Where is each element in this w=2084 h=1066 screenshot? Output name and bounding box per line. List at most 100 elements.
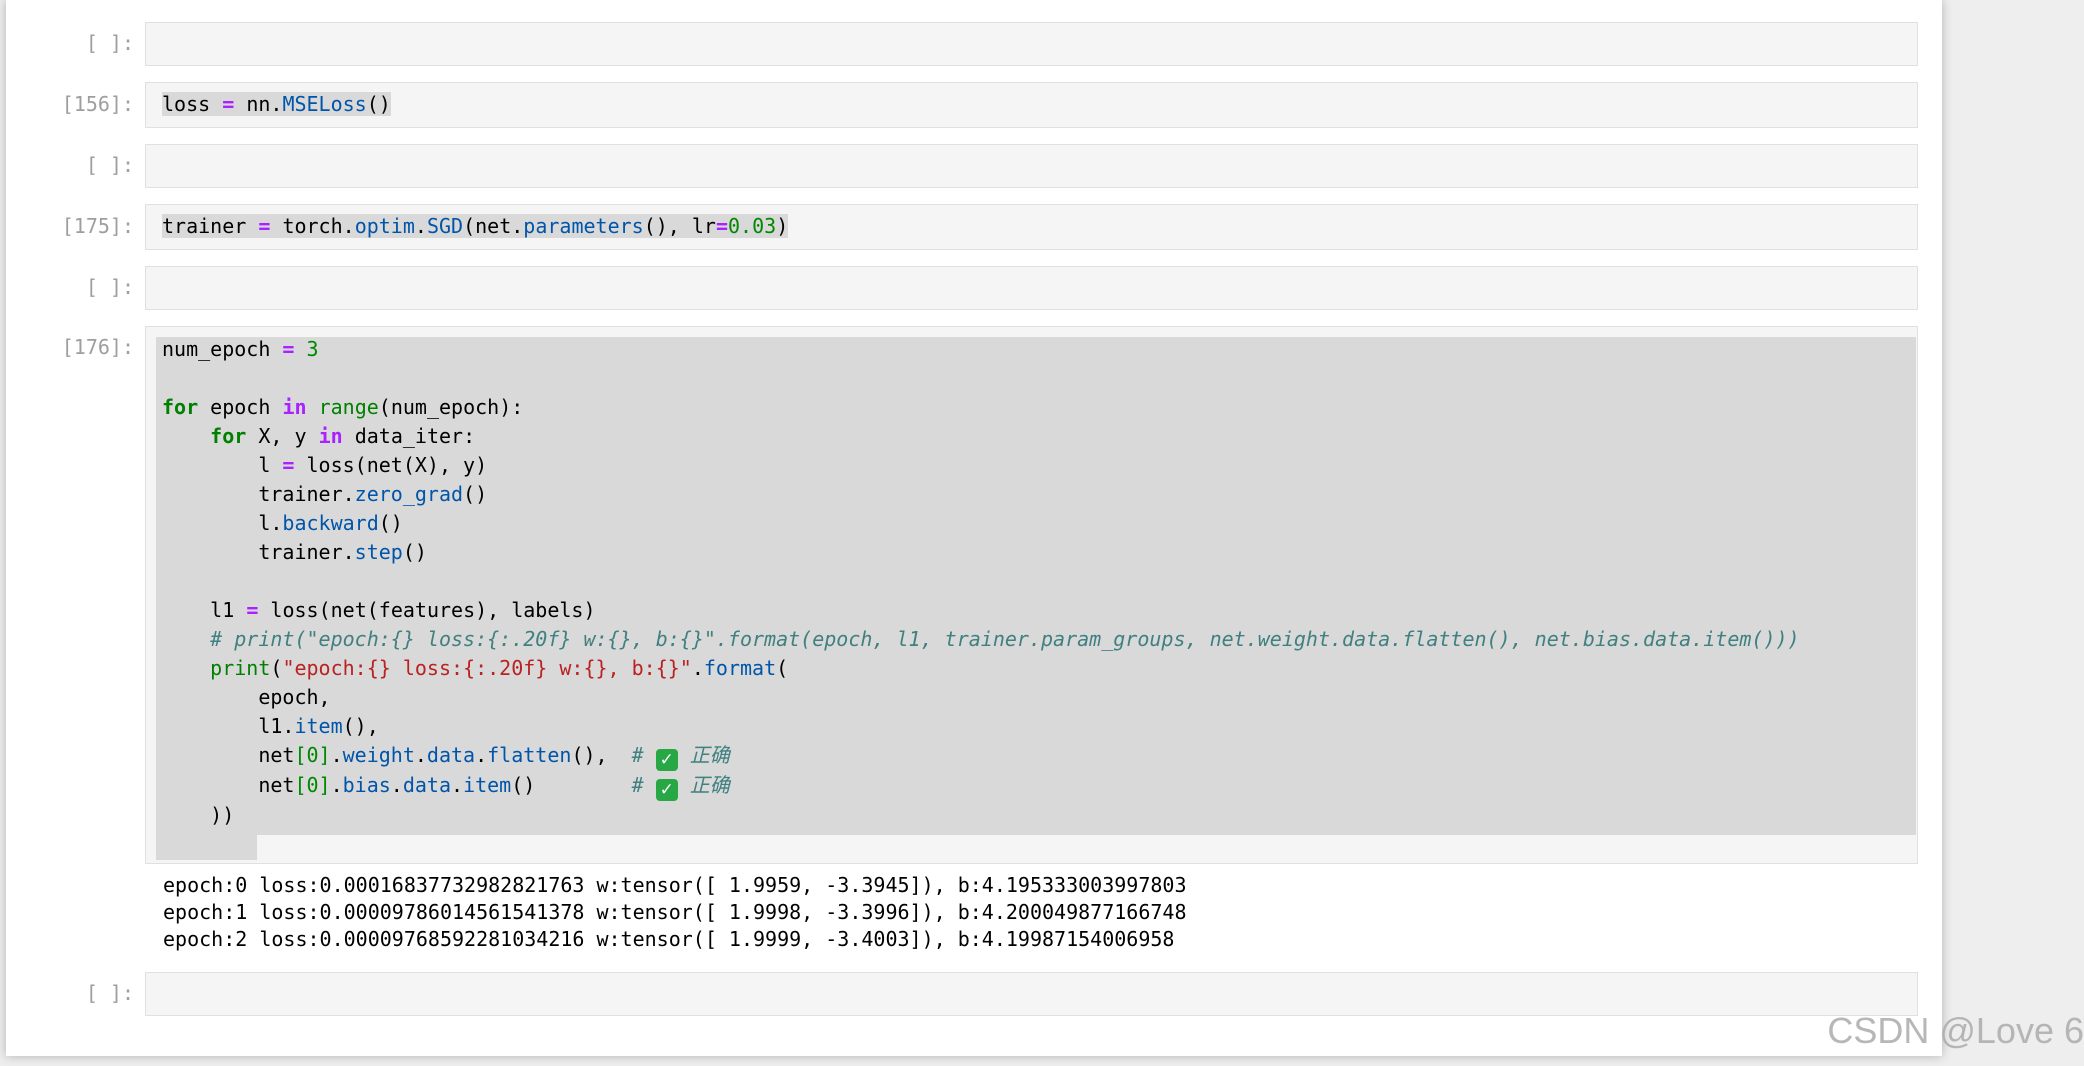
code-line: l.backward()	[162, 511, 403, 535]
code-token: 3	[306, 337, 319, 361]
code-line: print("epoch:{} loss:{:.20f} w:{}, b:{}"…	[162, 656, 788, 680]
code-line: trainer.zero_grad()	[162, 482, 487, 506]
code-token: =	[258, 214, 271, 238]
code-line: l1 = loss(net(features), labels)	[162, 598, 596, 622]
code-token: trainer.	[258, 540, 355, 564]
cell-prompt: [156]:	[61, 92, 134, 116]
code-cell-trainer[interactable]: [175]: trainer = torch.optim.SGD(net.par…	[6, 204, 1942, 250]
cell-input[interactable]: loss = nn.MSELoss()	[145, 82, 1918, 128]
code-token: flatten	[487, 743, 572, 767]
code-line: l = loss(net(X), y)	[162, 453, 487, 477]
check-mark-icon: ✓	[655, 779, 678, 801]
code-token: in	[282, 395, 307, 419]
code-block: num_epoch = 3 for epoch in range(num_epo…	[162, 335, 1800, 830]
code-token: .	[451, 773, 464, 797]
code-token: range	[318, 395, 379, 419]
code-token: (), lr	[643, 214, 716, 238]
code-token: data_iter:	[354, 424, 476, 448]
output-line: epoch:2 loss:0.00009768592281034216 w:te…	[163, 927, 1175, 951]
comment-hash: #	[631, 743, 656, 767]
comment-text: 正确	[677, 773, 730, 797]
code-line: net[0].weight.data.flatten(), # ✓ 正确	[162, 743, 730, 771]
code-token: zero_grad	[354, 482, 464, 506]
code-line: for epoch in range(num_epoch):	[162, 395, 523, 419]
code-cell-empty-2[interactable]: [ ]:	[6, 144, 1942, 188]
code-token: backward	[282, 511, 379, 535]
code-line: l1.item(),	[162, 714, 379, 738]
code-token: bias	[342, 773, 391, 797]
code-token: format	[703, 656, 777, 680]
code-token: (net.	[463, 214, 524, 238]
code-token: MSELoss	[282, 92, 367, 116]
code-token: trainer	[162, 214, 247, 238]
code-token: loss(net(X), y)	[306, 453, 488, 477]
code-token: num_epoch	[162, 337, 271, 361]
watermark: CSDN @Love 6	[1827, 1010, 2084, 1051]
code-token: [0]	[294, 773, 331, 797]
cell-input[interactable]: num_epoch = 3 for epoch in range(num_epo…	[145, 326, 1918, 864]
code-string: "epoch:{} loss:{:.20f} w:{}, b:{}"	[282, 656, 692, 680]
code-token: (	[270, 656, 283, 680]
code-token: .	[414, 743, 427, 767]
code-token: data	[402, 773, 452, 797]
code-token: .	[330, 743, 343, 767]
cell-input[interactable]	[145, 972, 1918, 1016]
code-token: epoch,	[258, 685, 331, 709]
code-token: print	[210, 656, 271, 680]
code-line: net[0].bias.data.item() # ✓ 正确	[162, 773, 730, 801]
cell-input[interactable]: trainer = torch.optim.SGD(net.parameters…	[145, 204, 1918, 250]
code-line: epoch,	[162, 685, 331, 709]
code-token: trainer.	[258, 482, 355, 506]
output-line: epoch:0 loss:0.00016837732982821763 w:te…	[163, 873, 1187, 897]
cell-output: epoch:0 loss:0.00016837732982821763 w:te…	[163, 872, 1187, 953]
cell-input[interactable]	[145, 144, 1918, 188]
code-comment: # ✓ 正确	[631, 773, 730, 801]
code-token: net	[258, 743, 295, 767]
code-token: (num_epoch):	[378, 395, 524, 419]
code-token: l1	[210, 598, 235, 622]
code-token: for	[210, 424, 247, 448]
code-cell-loss[interactable]: [156]: loss = nn.MSELoss()	[6, 82, 1942, 128]
code-token: ()	[463, 482, 488, 506]
code-cell-training-loop[interactable]: [176]: num_epoch = 3 for epoch in range(…	[6, 326, 1942, 956]
code-token: ()	[511, 773, 632, 797]
code-token: .	[330, 773, 343, 797]
code-token: ))	[210, 803, 235, 827]
code-token: l1.	[258, 714, 295, 738]
code-token: nn.	[246, 92, 283, 116]
output-line: epoch:1 loss:0.00009786014561541378 w:te…	[163, 900, 1187, 924]
cell-input[interactable]	[145, 22, 1918, 66]
code-line: # print("epoch:{} loss:{:.20f} w:{}, b:{…	[162, 627, 1800, 651]
code-token: =	[282, 337, 295, 361]
cell-input[interactable]	[145, 266, 1918, 310]
code-token: =	[222, 92, 235, 116]
code-token: .	[475, 743, 488, 767]
notebook: [ ]: [156]: loss = nn.MSELoss() [ ]: [17…	[6, 0, 1942, 1056]
code-token: (),	[342, 714, 379, 738]
code-token: loss(net(features), labels)	[270, 598, 596, 622]
comment-hash: #	[631, 773, 656, 797]
code-token: (),	[571, 743, 632, 767]
code-token: parameters	[523, 214, 644, 238]
cell-prompt: [ ]:	[85, 153, 134, 177]
code-token: =	[282, 453, 295, 477]
code-token: .	[414, 214, 427, 238]
cell-prompt: [ ]:	[85, 31, 134, 55]
code-token: =	[715, 214, 729, 238]
code-cell-empty-1[interactable]: [ ]:	[6, 22, 1942, 66]
code-cell-empty-4[interactable]: [ ]:	[6, 972, 1942, 1016]
code-token: SGD	[426, 214, 464, 238]
code-token: item	[294, 714, 343, 738]
code-token: optim	[354, 214, 415, 238]
code-token: ()	[378, 511, 403, 535]
cell-prompt: [ ]:	[85, 981, 134, 1005]
code-token: epoch	[210, 395, 271, 419]
code-line: loss = nn.MSELoss()	[162, 90, 391, 119]
code-token: loss	[162, 92, 211, 116]
comment-text: 正确	[677, 743, 730, 767]
code-cell-empty-3[interactable]: [ ]:	[6, 266, 1942, 310]
code-token: 0.03	[728, 214, 777, 238]
code-line: num_epoch = 3	[162, 337, 319, 361]
code-token: l	[258, 453, 271, 477]
code-comment: # print("epoch:{} loss:{:.20f} w:{}, b:{…	[210, 627, 1800, 651]
